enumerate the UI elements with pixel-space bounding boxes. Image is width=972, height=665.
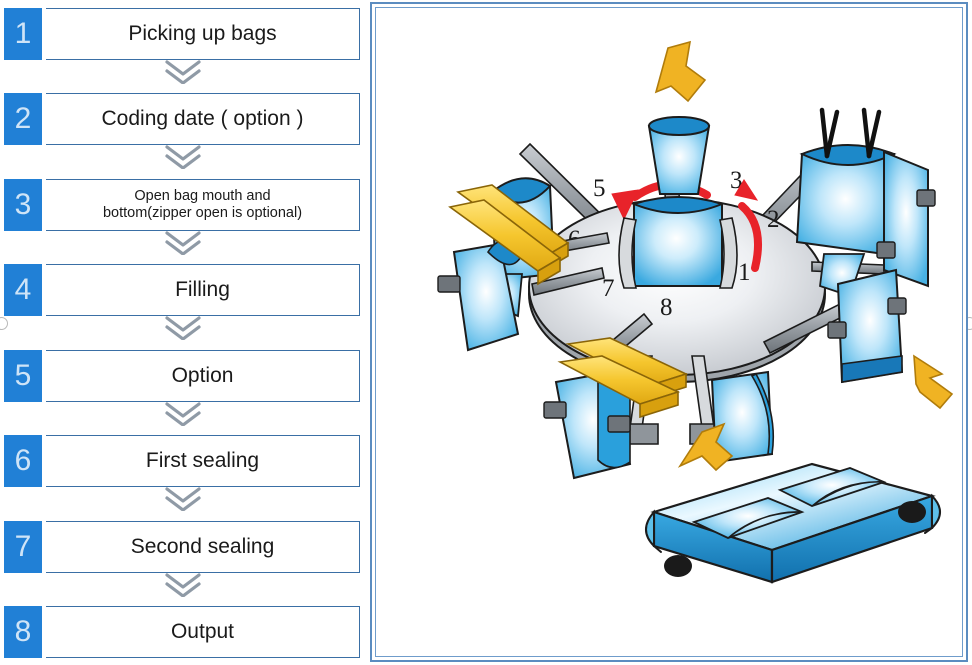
step-number-4: 4: [4, 264, 42, 316]
conveyor-roller-cap-left: [664, 555, 692, 577]
station-number-1: 1: [738, 259, 751, 286]
connector-chevron-1: [155, 58, 211, 85]
filling-hopper-opening: [648, 116, 710, 136]
connector-chevron-2: [155, 143, 211, 170]
flow-step-2[interactable]: 2 Coding date ( option ): [4, 93, 360, 145]
step-label-3: Open bag mouth and bottom(zipper open is…: [46, 179, 360, 231]
output-section: [645, 370, 941, 584]
process-flowchart: 1 Picking up bags 2 Coding date ( option…: [0, 0, 366, 665]
step-label-3-line-2: bottom(zipper open is optional): [102, 205, 303, 221]
step-number-6: 6: [4, 435, 42, 487]
filling-bag: [633, 203, 723, 287]
station-number-5: 5: [593, 175, 606, 202]
step-label-2: Coding date ( option ): [46, 93, 360, 145]
step-label-3-line-1: Open bag mouth and: [134, 187, 271, 204]
station-number-7: 7: [602, 275, 615, 302]
connector-chevron-7: [155, 571, 211, 598]
flow-step-5[interactable]: 5 Option: [4, 350, 360, 402]
rotary-packing-machine-svg: 1 2 3 4 5 6 7 8: [437, 40, 954, 584]
open-bag-body: [795, 153, 896, 256]
step-number-7: 7: [4, 521, 42, 573]
output-conveyor: [645, 462, 941, 584]
filling-inlet-arrow: [654, 40, 707, 103]
step-label-5: Option: [46, 350, 360, 402]
connector-chevron-3: [155, 229, 211, 256]
step-label-1: Picking up bags: [46, 8, 360, 60]
flow-step-7[interactable]: 7 Second sealing: [4, 521, 360, 573]
filling-hopper: [647, 125, 711, 195]
step-number-2: 2: [4, 93, 42, 145]
station-number-2: 2: [767, 206, 780, 233]
machine-illustration-panel: 1 2 3 4 5 6 7 8: [370, 2, 968, 662]
flow-step-6[interactable]: 6 First sealing: [4, 435, 360, 487]
step-number-8: 8: [4, 606, 42, 658]
station-2-flat-bag: [876, 150, 936, 288]
step-number-1: 1: [4, 8, 42, 60]
connector-chevron-5: [155, 400, 211, 427]
station-number-8: 8: [660, 294, 673, 321]
conveyor-roller-cap-right: [898, 501, 926, 523]
station-1-picking-bag: [827, 268, 954, 410]
rotary-table-assembly: 1 2 3 4 5 6 7 8: [437, 40, 954, 480]
step-number-3: 3: [4, 179, 42, 231]
step-label-4: Filling: [46, 264, 360, 316]
connector-chevron-4: [155, 314, 211, 341]
station-4-filling: [618, 40, 738, 289]
diagram-root: 1 Picking up bags 2 Coding date ( option…: [0, 0, 972, 665]
flow-step-1[interactable]: 1 Picking up bags: [4, 8, 360, 60]
flow-step-8[interactable]: 8 Output: [4, 606, 360, 658]
bag-infeed-arrow: [913, 354, 954, 410]
station-2-bag-plate: [883, 150, 929, 288]
step-number-5: 5: [4, 350, 42, 402]
station-6-clamp: [437, 275, 461, 293]
flow-step-4[interactable]: 4 Filling: [4, 264, 360, 316]
step-label-7: Second sealing: [46, 521, 360, 573]
connector-chevron-6: [155, 485, 211, 512]
flow-step-3[interactable]: 3 Open bag mouth and bottom(zipper open …: [4, 179, 360, 231]
step-label-8: Output: [46, 606, 360, 658]
step-label-6: First sealing: [46, 435, 360, 487]
